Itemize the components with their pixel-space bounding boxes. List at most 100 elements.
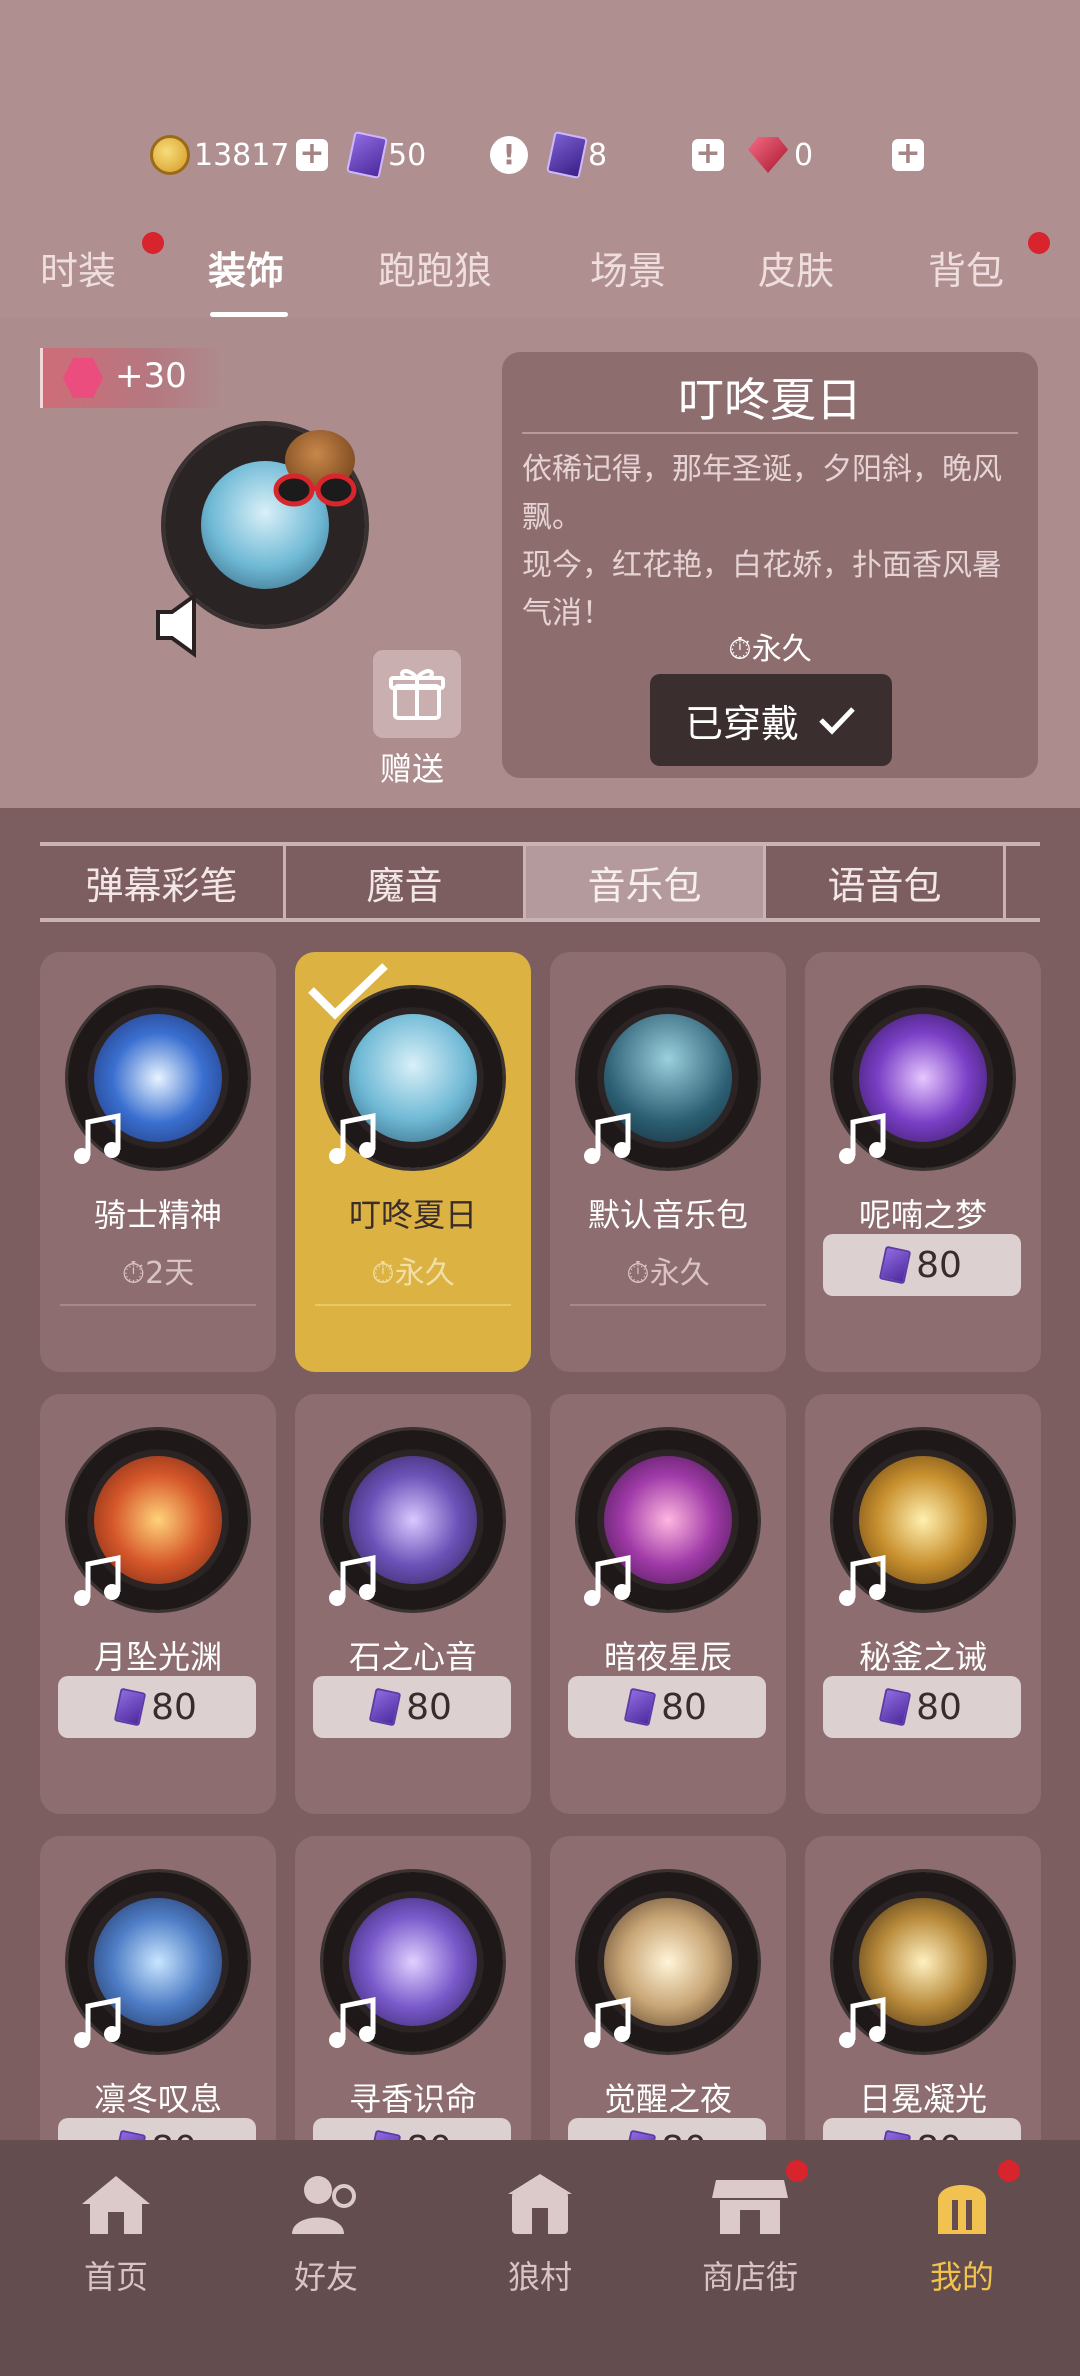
item-card[interactable]: 骑士精神 ⏱2天 <box>40 952 276 1372</box>
duration-text: 永久 <box>649 1256 710 1291</box>
nav-label: 我的 <box>929 2258 994 2296</box>
item-card[interactable]: 日冕凝光 80 <box>805 1836 1041 2140</box>
shop-icon <box>712 2180 788 2234</box>
tab-skin[interactable]: 皮肤 <box>758 240 834 295</box>
home-icon <box>82 2176 150 2234</box>
premium-ticket-icon <box>546 130 588 180</box>
item-title: 叮咚夏日 <box>678 373 862 427</box>
bonus-badge: +30 <box>40 348 225 408</box>
music-note-icon <box>584 1112 631 1164</box>
item-card[interactable]: 月坠光渊 80 <box>40 1394 276 1814</box>
price-value: 80 <box>406 2129 452 2141</box>
item-card[interactable]: 呢喃之梦 80 <box>805 952 1041 1372</box>
item-card[interactable]: 默认音乐包 ⏱永久 <box>550 952 786 1372</box>
coin-balance: 13817 <box>150 130 289 180</box>
subtab-music-pack[interactable]: 音乐包 <box>526 846 766 918</box>
ticket-icon <box>878 1687 912 1727</box>
item-name: 默认音乐包 <box>587 1196 748 1234</box>
alert-icon[interactable]: ! <box>490 136 528 174</box>
buy-button[interactable]: 80 <box>58 2118 256 2140</box>
ticket-icon <box>623 1687 657 1727</box>
buy-button[interactable]: 80 <box>823 1676 1021 1738</box>
timer-icon: ⏱ <box>121 1256 146 1291</box>
price-value: 80 <box>661 2129 707 2141</box>
tab-costume[interactable]: 时装 <box>40 240 116 295</box>
ticket-icon <box>368 2129 402 2140</box>
item-name: 凛冬叹息 <box>93 2080 222 2118</box>
village-icon <box>508 2174 572 2234</box>
item-description: 依稀记得，那年圣诞，夕阳斜，晚风飘。 现今，红花艳，白花娇，扑面香风暑气消！ <box>522 452 1002 631</box>
item-duration: ⏱永久 <box>550 1248 786 1292</box>
duration-text: 2天 <box>145 1256 195 1291</box>
item-info-card: 叮咚夏日 依稀记得，那年圣诞，夕阳斜，晚风飘。 现今，红花艳，白花娇，扑面香风暑… <box>502 352 1038 778</box>
gem-amount: 0 <box>794 137 814 173</box>
gift-label: 赠送 <box>380 750 445 788</box>
nav-home[interactable]: 首页 <box>26 2170 206 2298</box>
bonus-value: +30 <box>115 356 187 396</box>
item-card[interactable]: 觉醒之夜 80 <box>550 1836 786 2140</box>
item-card[interactable]: 暗夜星辰 80 <box>550 1394 786 1814</box>
nav-label: 好友 <box>293 2258 358 2296</box>
item-duration: ⏱永久 <box>295 1248 531 1292</box>
item-name: 叮咚夏日 <box>348 1196 477 1234</box>
buy-button[interactable]: 80 <box>58 1676 256 1738</box>
checkmark-icon <box>819 707 855 735</box>
price-value: 80 <box>916 2129 962 2141</box>
ticket-icon <box>878 1245 912 1285</box>
buy-button[interactable]: 80 <box>823 2118 1021 2140</box>
subtab-voice-pack[interactable]: 语音包 <box>766 846 1006 918</box>
item-card[interactable]: 秘釜之诫 80 <box>805 1394 1041 1814</box>
item-name: 暗夜星辰 <box>603 1638 732 1676</box>
buy-button[interactable]: 80 <box>568 2118 766 2140</box>
divider <box>315 1304 511 1306</box>
nav-me[interactable]: 我的 <box>872 2170 1052 2298</box>
subtab-magic-voice[interactable]: 魔音 <box>286 846 526 918</box>
item-name: 月坠光渊 <box>93 1638 222 1676</box>
currency-bar: 13817 + 50 ! 8 + 0 + <box>0 130 1080 180</box>
nav-wolf-village[interactable]: 狼村 <box>450 2170 630 2298</box>
item-name: 石之心音 <box>348 1638 477 1676</box>
tab-scene[interactable]: 场景 <box>590 240 666 295</box>
divider <box>60 1304 256 1306</box>
item-card-selected[interactable]: 叮咚夏日 ⏱永久 <box>295 952 531 1372</box>
buy-button[interactable]: 80 <box>313 1676 511 1738</box>
bottom-navigation: 首页 好友 狼村 商店街 我的 <box>0 2140 1080 2376</box>
item-name: 觉醒之夜 <box>603 2080 732 2118</box>
item-card[interactable]: 石之心音 80 <box>295 1394 531 1814</box>
ticket-icon <box>878 2129 912 2140</box>
buy-button[interactable]: 80 <box>313 2118 511 2140</box>
divider <box>570 1304 766 1306</box>
glasses-badge-icon <box>63 358 103 398</box>
add-gems-button[interactable]: + <box>892 139 924 171</box>
speaker-icon[interactable] <box>150 590 210 660</box>
buy-button[interactable]: 80 <box>568 1676 766 1738</box>
tab-backpack[interactable]: 背包 <box>928 240 1004 295</box>
duration-text: 永久 <box>751 632 812 667</box>
music-note-icon <box>839 1554 886 1606</box>
gem-icon <box>748 137 788 173</box>
add-tickets-button[interactable]: + <box>692 139 724 171</box>
premium-ticket-amount: 8 <box>588 137 608 173</box>
worn-label: 已穿戴 <box>684 701 799 746</box>
item-card[interactable]: 寻香识命 80 <box>295 1836 531 2140</box>
active-tab-indicator <box>210 312 288 317</box>
nav-shop-street[interactable]: 商店街 <box>660 2170 840 2298</box>
subtab-danmaku-pen[interactable]: 弹幕彩笔 <box>40 846 286 918</box>
tab-decoration[interactable]: 装饰 <box>208 240 284 295</box>
duration-text: 永久 <box>394 1256 455 1291</box>
timer-icon: ⏱ <box>728 632 752 667</box>
music-note-icon <box>74 1554 121 1606</box>
nav-label: 狼村 <box>507 2258 572 2296</box>
music-note-icon <box>329 1112 376 1164</box>
tab-runner-wolf[interactable]: 跑跑狼 <box>378 240 492 295</box>
gift-button[interactable] <box>373 650 461 738</box>
ticket-icon <box>623 2129 657 2140</box>
ticket-icon <box>113 2129 147 2140</box>
music-note-icon <box>329 1554 376 1606</box>
nav-friends[interactable]: 好友 <box>236 2170 416 2298</box>
add-coins-button[interactable]: + <box>296 139 328 171</box>
music-note-icon <box>74 1112 121 1164</box>
buy-button[interactable]: 80 <box>823 1234 1021 1296</box>
item-card[interactable]: 凛冬叹息 80 <box>40 1836 276 2140</box>
worn-button[interactable]: 已穿戴 <box>650 674 892 766</box>
